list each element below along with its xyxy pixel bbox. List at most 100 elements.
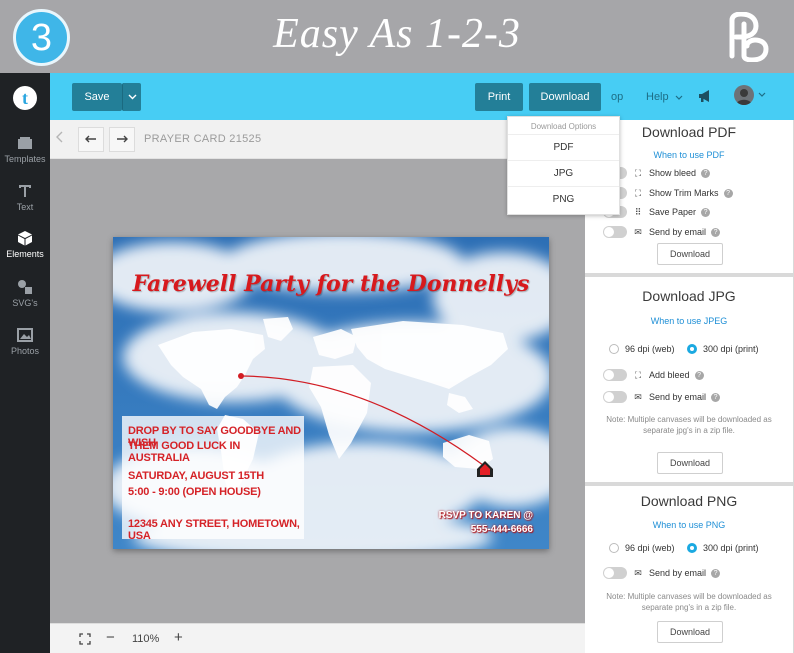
undo-button[interactable] bbox=[78, 127, 104, 152]
send-by-email-toggle[interactable] bbox=[603, 567, 627, 579]
help-icon[interactable]: ? bbox=[701, 168, 711, 178]
download-button[interactable]: Download bbox=[529, 83, 601, 111]
download-options-dropdown: Download Options PDF JPG PNG bbox=[507, 116, 620, 215]
dropdown-item-pdf[interactable]: PDF bbox=[508, 134, 619, 159]
chevron-left-icon[interactable] bbox=[56, 131, 64, 143]
radio-button[interactable] bbox=[609, 344, 619, 354]
download-pdf-button[interactable]: Download bbox=[657, 243, 723, 265]
panel-title: Download PNG bbox=[640, 493, 738, 509]
png-dpi-print-option[interactable]: 300 dpi (print) bbox=[687, 543, 759, 553]
option-label: Send by email bbox=[649, 568, 707, 578]
jpg-dpi-print-option[interactable]: 300 dpi (print) bbox=[687, 344, 759, 354]
partially-hidden-menu-label[interactable]: op bbox=[611, 91, 623, 103]
megaphone-icon[interactable] bbox=[698, 89, 712, 103]
option-label: Add bleed bbox=[649, 370, 690, 380]
save-options-button[interactable] bbox=[122, 83, 141, 111]
download-png-button[interactable]: Download bbox=[657, 621, 723, 643]
show-trim-marks-option[interactable]: ⛶ Show Trim Marks ? bbox=[603, 187, 733, 199]
option-label: Show Trim Marks bbox=[649, 188, 719, 198]
option-label: 300 dpi (print) bbox=[703, 543, 759, 553]
redo-icon bbox=[117, 135, 128, 143]
design-card[interactable]: Farewell Party for the Donnellys DROP BY… bbox=[113, 237, 549, 549]
radio-button[interactable] bbox=[609, 543, 619, 553]
option-label: Send by email bbox=[649, 392, 707, 402]
sidebar-item-templates[interactable]: Templates bbox=[0, 135, 50, 164]
jpg-multi-canvas-note: Note: Multiple canvases will be download… bbox=[606, 415, 772, 435]
sidebar-item-label: Templates bbox=[4, 154, 46, 164]
card-rsvp-line[interactable]: RSVP TO KAREN @ bbox=[439, 510, 533, 521]
templates-icon bbox=[18, 137, 32, 149]
card-rsvp-phone[interactable]: 555-444-6666 bbox=[471, 524, 533, 535]
cube-icon bbox=[18, 231, 32, 246]
fit-to-screen-icon[interactable] bbox=[79, 633, 91, 645]
download-jpg-button[interactable]: Download bbox=[657, 452, 723, 474]
zoom-out-button[interactable]: − bbox=[106, 629, 115, 646]
crop-marks-icon: ⛶ bbox=[634, 167, 642, 178]
when-to-use-jpeg-link[interactable]: When to use JPEG bbox=[585, 316, 793, 326]
chevron-down-icon[interactable] bbox=[758, 92, 766, 97]
card-text-line: SATURDAY, AUGUST 15TH bbox=[128, 470, 264, 482]
option-label: Send by email bbox=[649, 227, 707, 237]
envelope-icon: ✉ bbox=[634, 391, 642, 402]
dropdown-header: Download Options bbox=[530, 122, 597, 131]
radio-button-selected[interactable] bbox=[687, 344, 697, 354]
jpg-dpi-web-option[interactable]: 96 dpi (web) bbox=[609, 344, 675, 354]
card-text-line: 5:00 - 9:00 (OPEN HOUSE) bbox=[128, 486, 261, 498]
send-by-email-option[interactable]: ✉ Send by email ? bbox=[603, 567, 721, 579]
help-label: Help bbox=[646, 91, 669, 103]
crop-marks-icon: ⛶ bbox=[634, 369, 642, 380]
trim-marks-icon: ⛶ bbox=[634, 187, 642, 198]
sidebar-item-svgs[interactable]: SVG's bbox=[0, 279, 50, 308]
save-button[interactable]: Save bbox=[72, 83, 122, 111]
help-icon[interactable]: ? bbox=[723, 188, 733, 198]
sidebar-item-label: SVG's bbox=[12, 298, 38, 308]
left-sidebar: t Templates Text Elements SVG's Photos bbox=[0, 73, 50, 653]
add-bleed-option[interactable]: ⛶ Add bleed ? bbox=[603, 369, 704, 381]
option-label: 96 dpi (web) bbox=[625, 344, 675, 354]
radio-button-selected[interactable] bbox=[687, 543, 697, 553]
zoom-level: 110% bbox=[132, 633, 160, 645]
user-avatar[interactable] bbox=[734, 85, 754, 105]
sidebar-item-elements[interactable]: Elements bbox=[0, 230, 50, 259]
help-icon[interactable]: ? bbox=[701, 207, 711, 217]
top-toolbar: Save Print Download op Help bbox=[50, 73, 794, 120]
sidebar-item-photos[interactable]: Photos bbox=[0, 327, 50, 356]
help-icon[interactable]: ? bbox=[711, 568, 721, 578]
redo-button[interactable] bbox=[109, 127, 135, 152]
send-by-email-option[interactable]: ✉ Send by email ? bbox=[603, 391, 721, 403]
when-to-use-png-link[interactable]: When to use PNG bbox=[585, 520, 793, 530]
send-by-email-toggle[interactable] bbox=[603, 391, 627, 403]
panel-title: Download JPG bbox=[642, 288, 736, 304]
text-icon bbox=[19, 185, 31, 197]
card-text-line: THEM GOOD LUCK IN AUSTRALIA bbox=[128, 440, 241, 464]
help-icon[interactable]: ? bbox=[711, 392, 721, 402]
option-label: Show bleed bbox=[649, 168, 697, 178]
app-logo-icon[interactable]: t bbox=[13, 86, 37, 110]
option-label: Save Paper bbox=[649, 207, 697, 217]
dropdown-item-png[interactable]: PNG bbox=[508, 186, 619, 211]
download-jpg-panel: Download JPG When to use JPEG 96 dpi (we… bbox=[585, 277, 793, 482]
png-multi-canvas-note: Note: Multiple canvases will be download… bbox=[606, 592, 772, 612]
dropdown-item-jpg[interactable]: JPG bbox=[508, 160, 619, 185]
design-canvas-area: Farewell Party for the Donnellys DROP BY… bbox=[50, 159, 585, 623]
card-headline[interactable]: Farewell Party for the Donnellys bbox=[113, 271, 549, 297]
sidebar-item-label: Elements bbox=[6, 249, 44, 259]
promo-banner: 3 Easy As 1-2-3 bbox=[0, 0, 794, 73]
pb-monogram-logo bbox=[729, 12, 769, 62]
envelope-icon: ✉ bbox=[634, 226, 642, 237]
option-label: 96 dpi (web) bbox=[625, 543, 675, 553]
sidebar-item-text[interactable]: Text bbox=[0, 183, 50, 212]
zoom-in-button[interactable]: + bbox=[174, 629, 183, 646]
document-title[interactable]: PRAYER CARD 21525 bbox=[144, 133, 261, 145]
help-menu[interactable]: Help bbox=[646, 91, 683, 103]
send-by-email-option[interactable]: ✉ Send by email ? bbox=[603, 226, 721, 238]
print-button[interactable]: Print bbox=[475, 83, 523, 111]
sidebar-item-label: Photos bbox=[10, 346, 40, 356]
card-details-box[interactable]: DROP BY TO SAY GOODBYE AND WISH THEM GOO… bbox=[122, 416, 304, 542]
card-text-line: 12345 ANY STREET, HOMETOWN, USA bbox=[128, 518, 300, 542]
help-icon[interactable]: ? bbox=[711, 227, 721, 237]
send-by-email-toggle[interactable] bbox=[603, 226, 627, 238]
png-dpi-web-option[interactable]: 96 dpi (web) bbox=[609, 543, 675, 553]
add-bleed-toggle[interactable] bbox=[603, 369, 627, 381]
help-icon[interactable]: ? bbox=[694, 370, 704, 380]
